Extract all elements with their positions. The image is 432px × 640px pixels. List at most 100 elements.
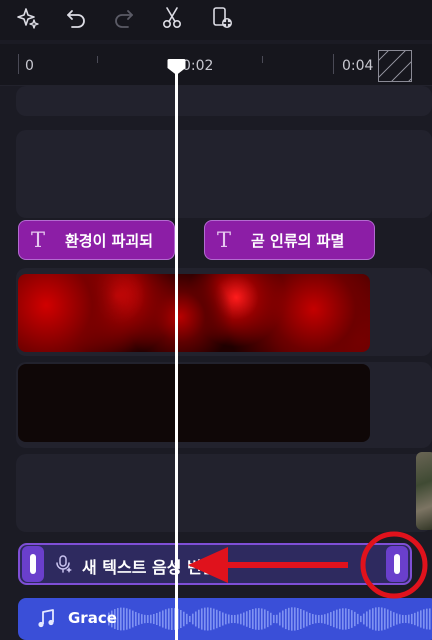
waveform-bar — [342, 608, 344, 630]
waveform-bar — [129, 609, 131, 629]
waveform-bar — [420, 610, 422, 628]
waveform-bar — [429, 608, 431, 630]
waveform-bar — [282, 610, 284, 628]
waveform-bar — [321, 614, 323, 624]
redo-button[interactable] — [110, 4, 138, 32]
undo-icon — [67, 10, 85, 28]
ruler-major-tick — [333, 54, 334, 74]
waveform-bar — [213, 608, 215, 630]
waveform-bar — [363, 613, 365, 625]
waveform-bar — [132, 610, 134, 628]
toolbar — [0, 0, 432, 40]
waveform-bar — [360, 615, 362, 623]
ruler-minor-tick — [262, 56, 263, 63]
waveform-bar — [237, 614, 239, 624]
redo-icon — [115, 10, 133, 28]
waveform-bar — [375, 607, 377, 631]
waveform-bar — [297, 607, 299, 631]
add-page-button[interactable] — [208, 4, 236, 32]
waveform-bar — [171, 607, 173, 631]
waveform-bar — [153, 614, 155, 624]
waveform-bar — [252, 608, 254, 630]
voice-generate-icon — [56, 555, 72, 573]
magic-sparkle-icon — [17, 8, 39, 29]
waveform-bar — [120, 607, 122, 631]
text-clip[interactable]: T 환경이 파괴되 — [18, 220, 175, 260]
music-clip-label: Grace — [68, 609, 117, 627]
voiceover-clip-label: 새 텍스트 음성 변환 — [82, 558, 217, 577]
waveform-bar — [156, 612, 158, 626]
video-clip-thumbnail[interactable] — [416, 452, 432, 530]
undo-button[interactable] — [62, 4, 90, 32]
voiceover-clip[interactable]: 새 텍스트 음성 변환 — [18, 543, 412, 585]
video-clip-dark[interactable] — [18, 364, 370, 442]
waveform-bar — [147, 615, 149, 623]
text-clip[interactable]: T 곧 인류의 파멸 — [204, 220, 375, 260]
trim-handle-right[interactable] — [386, 546, 408, 582]
waveform-bar — [207, 607, 209, 631]
waveform-bar — [414, 612, 416, 626]
waveform-bar — [195, 611, 197, 627]
waveform-bar — [339, 608, 341, 630]
waveform-bar — [369, 609, 371, 629]
waveform-bar — [372, 608, 374, 630]
text-type-icon: T — [217, 228, 232, 252]
waveform-bar — [291, 607, 293, 631]
waveform-bar — [306, 611, 308, 627]
playhead-handle[interactable] — [167, 58, 186, 76]
track-lane — [16, 454, 432, 532]
waveform-bar — [198, 609, 200, 629]
waveform-bar — [210, 607, 212, 631]
waveform-bar — [423, 609, 425, 629]
waveform-bar — [279, 612, 281, 626]
waveform-bar — [276, 614, 278, 624]
waveform-bar — [183, 611, 185, 627]
waveform-bar — [390, 610, 392, 628]
waveform-bar — [384, 608, 386, 630]
music-clip[interactable]: Grace — [18, 598, 432, 640]
waveform-bar — [141, 614, 143, 624]
waveform-bar — [411, 613, 413, 625]
waveform-bar — [402, 614, 404, 624]
split-button[interactable] — [158, 4, 186, 32]
waveform-bar — [396, 613, 398, 625]
waveform-bar — [240, 613, 242, 625]
waveform-bar — [264, 609, 266, 629]
scissors-icon — [162, 7, 182, 29]
waveform-bar — [351, 610, 353, 628]
waveform-bar — [348, 608, 350, 630]
waveform-bar — [345, 608, 347, 630]
waveform-bar — [303, 610, 305, 628]
waveform-bar — [270, 612, 272, 626]
waveform-bar — [405, 615, 407, 623]
add-page-icon — [213, 7, 232, 28]
waveform-bar — [324, 614, 326, 624]
waveform-bar — [273, 614, 275, 624]
waveform-bar — [186, 613, 188, 625]
waveform-bar — [126, 608, 128, 630]
ruler-start-tick — [18, 54, 19, 74]
waveform-bar — [294, 607, 296, 631]
waveform-bar — [288, 607, 290, 631]
waveform-bar — [267, 610, 269, 628]
timeline-ruler[interactable]: 0 0:02 0:04 — [0, 44, 432, 86]
waveform-bar — [261, 608, 263, 630]
trim-handle-left[interactable] — [22, 546, 44, 582]
waveform-bar — [168, 608, 170, 630]
video-clip-red[interactable] — [18, 274, 370, 352]
waveform-bar — [258, 608, 260, 630]
ruler-label-4s: 0:04 — [342, 58, 374, 74]
waveform-bar — [201, 608, 203, 630]
waveform-bar — [219, 611, 221, 627]
waveform-bar — [135, 611, 137, 627]
waveform-bar — [225, 613, 227, 625]
waveform-bar — [408, 614, 410, 624]
timeline-end-marker — [378, 50, 412, 82]
playhead-line[interactable] — [175, 66, 178, 640]
magic-sparkle-button[interactable] — [14, 4, 42, 32]
waveform-bar — [417, 611, 419, 627]
waveform-bar — [144, 614, 146, 624]
waveform-bar — [312, 614, 314, 624]
waveform-bar — [246, 611, 248, 627]
waveform-bar — [216, 609, 218, 629]
